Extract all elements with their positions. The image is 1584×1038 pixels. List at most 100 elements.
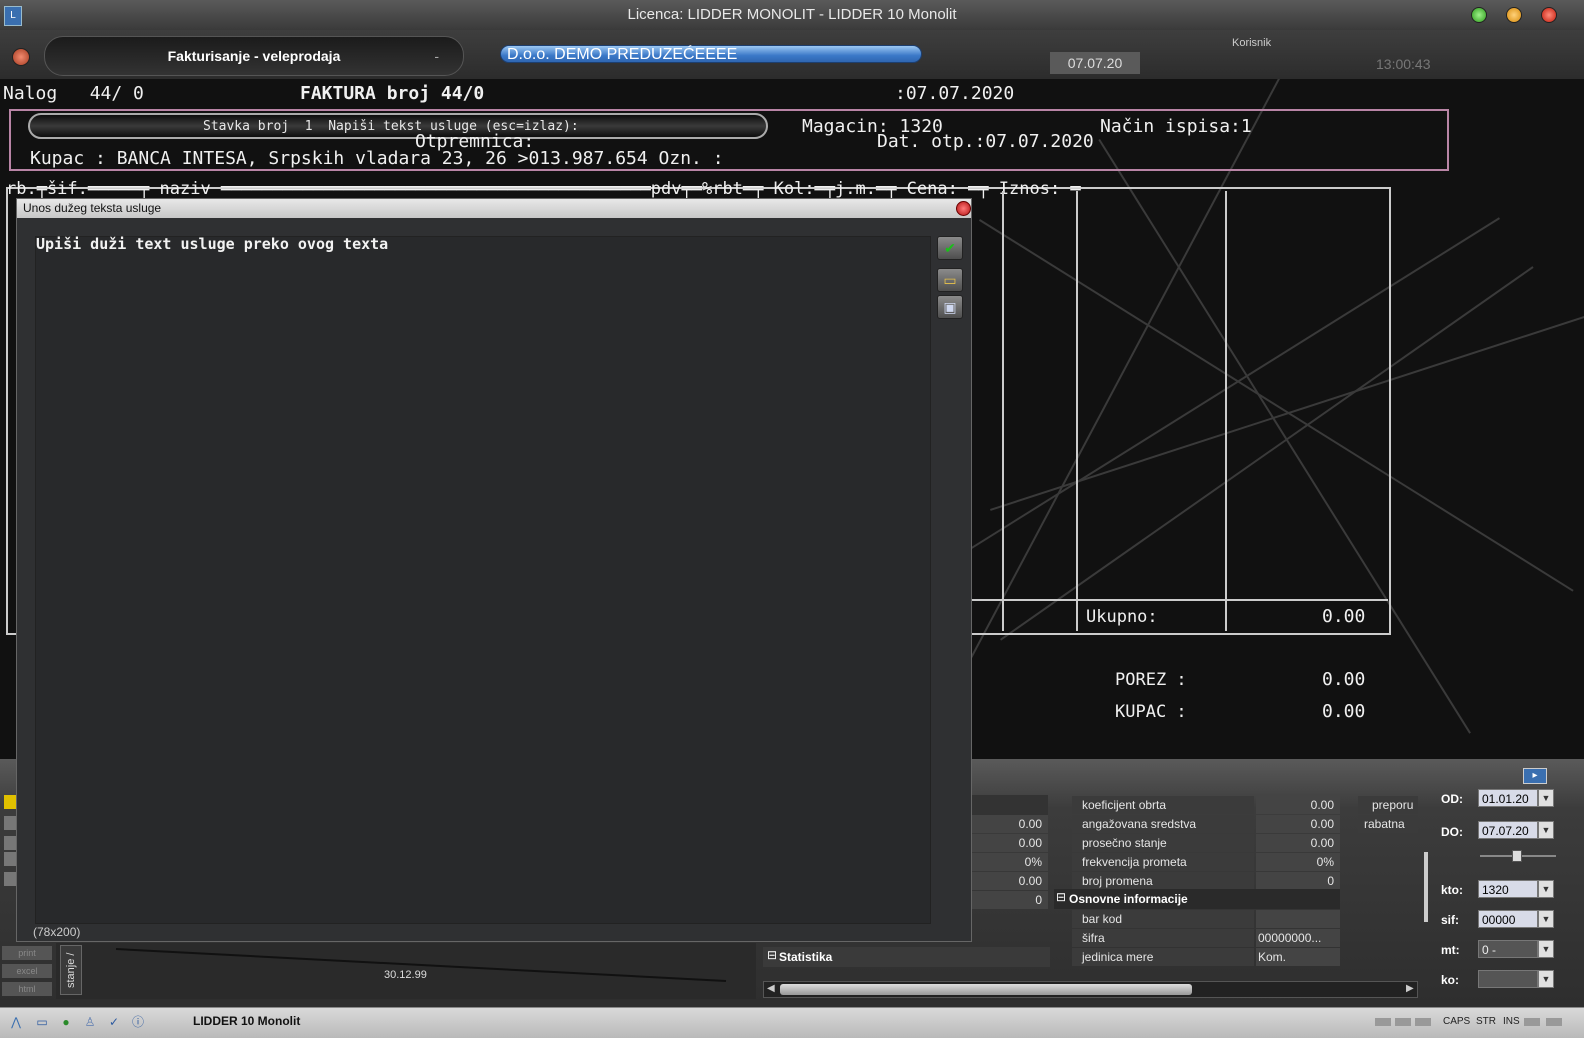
stats-left-header xyxy=(972,795,1048,815)
stats-left-row: 0.00 xyxy=(972,815,1050,833)
chart-area: 30.12.99 xyxy=(56,943,756,999)
stats-left-row: 0.00 xyxy=(972,834,1050,852)
window-title: Licenca: LIDDER MONOLIT - LIDDER 10 Mono… xyxy=(627,6,957,23)
title-bar: L Licenca: LIDDER MONOLIT - LIDDER 10 Mo… xyxy=(0,0,1584,31)
info-row: jedinica mere Kom. xyxy=(1072,948,1340,966)
faktura-text: FAKTURA broj 44/0 xyxy=(300,83,485,104)
dat-otp-text: Dat. otp.:07.07.2020 xyxy=(877,131,1094,152)
collapse-icon[interactable]: ⊟ xyxy=(1056,890,1066,904)
scroll-right-icon[interactable]: ▶ xyxy=(1406,983,1414,994)
sif-label: sif: xyxy=(1441,913,1459,927)
date-slider-handle[interactable] xyxy=(1512,850,1522,862)
globe-icon[interactable]: ● xyxy=(58,1014,74,1030)
ko-dropdown-icon[interactable]: ▼ xyxy=(1538,970,1554,988)
kupac-value: 0.00 xyxy=(1322,701,1366,722)
collapse-icon[interactable]: ⊟ xyxy=(767,948,777,962)
mt-dropdown-icon[interactable]: ▼ xyxy=(1538,940,1554,958)
print-button[interactable]: print xyxy=(2,946,52,960)
save-file-button[interactable]: ▣ xyxy=(937,295,963,319)
open-file-button[interactable]: ▭ xyxy=(937,268,963,292)
excel-button[interactable]: excel xyxy=(2,964,52,978)
stats-row: prosečno stanje 0.00 xyxy=(1072,834,1340,852)
company-name: D.o.o. DEMO PREDUZEĆEEEE xyxy=(500,45,922,63)
kto-dropdown-icon[interactable]: ▼ xyxy=(1538,880,1554,898)
od-dropdown-icon[interactable]: ▼ xyxy=(1538,789,1554,807)
status-indicator xyxy=(1395,1018,1411,1026)
ukupno-value: 0.00 xyxy=(1322,606,1366,627)
stats-left-row: 0 xyxy=(972,891,1050,909)
panel-splitter[interactable] xyxy=(1424,852,1428,922)
od-label: OD: xyxy=(1441,792,1463,806)
caps-indicator: CAPS xyxy=(1443,1016,1471,1027)
module-selector[interactable]: Fakturisanje - veleprodaja - xyxy=(44,36,464,76)
porez-value: 0.00 xyxy=(1322,669,1366,690)
module-dash: - xyxy=(434,48,439,64)
statistika-label: Statistika xyxy=(779,950,833,964)
str-indicator: STR xyxy=(1476,1016,1496,1027)
do-input[interactable]: 07.07.20 xyxy=(1478,821,1538,839)
save-icon: ▣ xyxy=(943,299,957,315)
header-date: 07.07.20 xyxy=(1050,52,1140,74)
tab-stanje[interactable]: stanje / xyxy=(60,945,82,995)
tab-rabatna[interactable]: rabatna xyxy=(1358,815,1418,833)
column-divider xyxy=(1225,191,1227,631)
osnovne-info-section[interactable]: ⊟ Osnovne informacije xyxy=(1054,889,1340,909)
stats-left-row: 0.00 xyxy=(972,872,1050,890)
panel-toggle-icon[interactable]: ▸ xyxy=(1523,768,1547,784)
ko-select[interactable] xyxy=(1478,970,1538,988)
prompt-bar: Stavka broj 1 Napiši tekst usluge (esc=i… xyxy=(28,113,768,139)
exit-orb-icon[interactable] xyxy=(12,48,30,66)
scroll-left-icon[interactable]: ◀ xyxy=(767,983,775,994)
kupac-line: Kupac : BANCA INTESA, Srpskih vladara 23… xyxy=(30,148,724,169)
info-icon[interactable]: ⓘ xyxy=(130,1014,146,1030)
mt-label: mt: xyxy=(1441,943,1460,957)
scrollbar-thumb[interactable] xyxy=(780,984,1192,995)
text-dimensions: (78x200) xyxy=(33,925,81,939)
stats-row: frekvencija prometa 0% xyxy=(1072,853,1340,871)
statistika-section[interactable]: ⊟ Statistika xyxy=(763,947,1050,967)
od-input[interactable]: 01.01.20 xyxy=(1478,789,1538,807)
maximize-button[interactable] xyxy=(1471,7,1487,23)
confirm-icon: ✔ xyxy=(944,240,956,256)
network-icon[interactable]: ⋀ xyxy=(8,1014,24,1030)
status-bar: ⋀ ▭ ● ♙ ✓ ⓘ LIDDER 10 Monolit CAPS STR I… xyxy=(0,1007,1584,1038)
stats-left-row: 0% xyxy=(972,853,1050,871)
do-dropdown-icon[interactable]: ▼ xyxy=(1538,821,1554,839)
kto-input[interactable]: 1320 xyxy=(1478,880,1538,898)
html-button[interactable]: html xyxy=(2,982,52,996)
ko-label: ko: xyxy=(1441,973,1459,987)
horizontal-scrollbar[interactable]: ◀ ▶ xyxy=(763,981,1418,998)
dialog-close-button[interactable] xyxy=(956,201,971,216)
long-text-editor[interactable]: Upiši duži text usluge preko ovog texta xyxy=(35,235,931,924)
user-label: Korisnik xyxy=(1232,37,1272,49)
chart-x-label: 30.12.99 xyxy=(384,969,427,981)
tab-preporu[interactable]: preporu xyxy=(1358,796,1418,814)
status-indicator xyxy=(1524,1018,1540,1026)
ukupno-label: Ukupno: xyxy=(1086,607,1158,627)
mt-select[interactable]: 0 - xyxy=(1478,940,1538,958)
ins-indicator: INS xyxy=(1503,1016,1520,1027)
user-icon[interactable]: ♙ xyxy=(82,1014,98,1030)
module-label: Fakturisanje - veleprodaja xyxy=(167,48,341,64)
info-row: bar kod xyxy=(1072,910,1340,928)
editor-text[interactable]: Upiši duži text usluge preko ovog texta xyxy=(36,235,388,253)
dialog-title: Unos dužeg teksta usluge xyxy=(17,199,971,218)
kupac-label: KUPAC : xyxy=(1115,702,1187,722)
close-button[interactable] xyxy=(1541,7,1557,23)
window-icon[interactable]: ▭ xyxy=(34,1014,50,1030)
stats-row: angažovana sredstva 0.00 xyxy=(1072,815,1340,833)
faktura-date: :07.07.2020 xyxy=(895,83,1015,104)
stats-row: broj promena 0 xyxy=(1072,872,1340,890)
table-columns-header: rb.╤šif.═════╤ naziv ═══════════════════… xyxy=(6,179,1081,199)
nalog-text: Nalog 44/ 0 xyxy=(3,83,144,104)
minimize-button[interactable] xyxy=(1506,7,1522,23)
osnovne-info-label: Osnovne informacije xyxy=(1069,892,1188,906)
status-indicator xyxy=(1375,1018,1391,1026)
status-indicator xyxy=(1415,1018,1431,1026)
sif-input[interactable]: 00000 xyxy=(1478,910,1538,928)
status-indicator xyxy=(1546,1018,1562,1026)
column-divider xyxy=(1002,191,1004,631)
confirm-button[interactable]: ✔ xyxy=(937,236,963,260)
check-icon[interactable]: ✓ xyxy=(106,1014,122,1030)
sif-dropdown-icon[interactable]: ▼ xyxy=(1538,910,1554,928)
